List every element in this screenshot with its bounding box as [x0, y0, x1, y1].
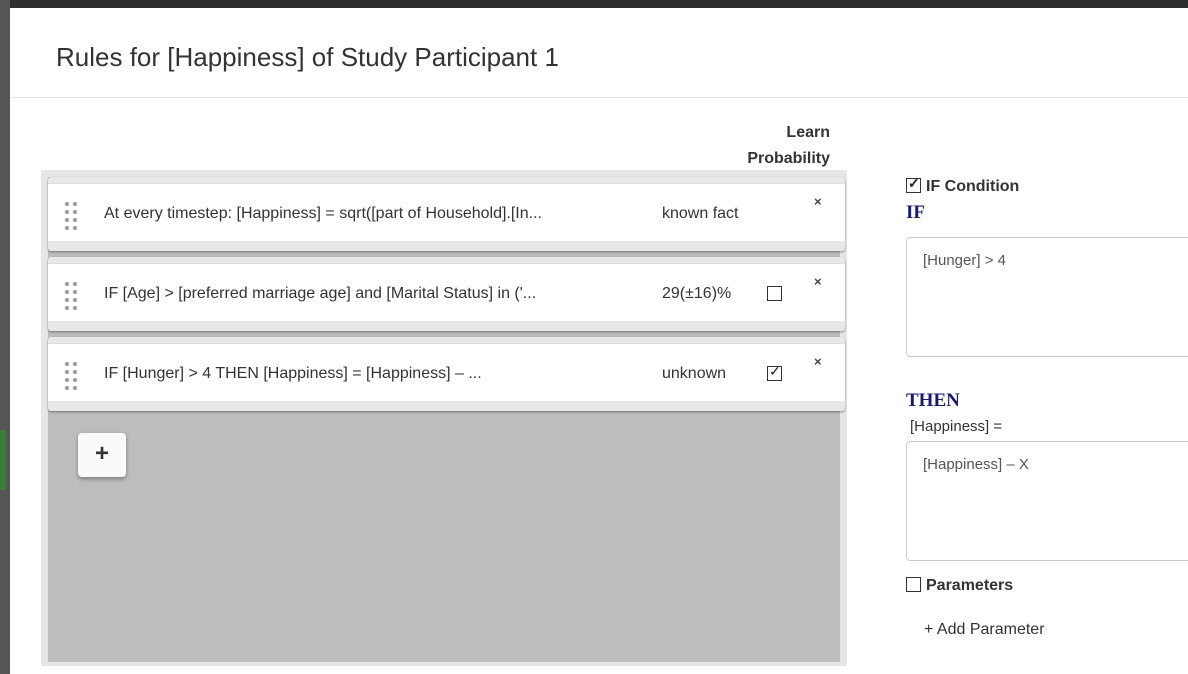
rule-text[interactable]: At every timestep: [Happiness] = sqrt([p… [104, 205, 542, 223]
learn-probability-header: Learn Probability [730, 120, 830, 172]
rule-text[interactable]: IF [Age] > [preferred marriage age] and … [104, 285, 536, 303]
learn-probability-label-line2: Probability [747, 150, 830, 167]
rule-text[interactable]: IF [Hunger] > 4 THEN [Happiness] = [Happ… [104, 365, 482, 383]
close-icon[interactable]: × [814, 274, 822, 289]
add-parameter-button[interactable]: + Add Parameter [924, 621, 1045, 639]
add-rule-button[interactable]: + [78, 433, 126, 477]
if-condition-toggle[interactable]: IF Condition [906, 175, 1020, 196]
if-condition-value[interactable]: [Hunger] > 4 [923, 252, 1006, 269]
then-expression-value[interactable]: [Happiness] – X [923, 456, 1029, 473]
learn-probability-label-line1: Learn [786, 124, 830, 141]
rule-row[interactable]: IF [Hunger] > 4 THEN [Happiness] = [Happ… [48, 343, 845, 401]
rules-list: At every timestep: [Happiness] = sqrt([p… [41, 170, 847, 666]
if-condition-label: IF Condition [926, 178, 1020, 195]
drag-handle-icon[interactable] [65, 362, 81, 396]
rule-row[interactable]: IF [Age] > [preferred marriage age] and … [48, 263, 845, 321]
rule-row[interactable]: At every timestep: [Happiness] = sqrt([p… [48, 183, 845, 241]
rule-item[interactable]: IF [Hunger] > 4 THEN [Happiness] = [Happ… [48, 337, 845, 411]
modal-title: Rules for [Happiness] of Study Participa… [56, 42, 559, 72]
if-condition-editor[interactable]: [Hunger] > 4 [906, 237, 1188, 357]
background-app-edge [0, 0, 10, 674]
window-top-edge [0, 0, 1188, 8]
close-icon[interactable]: × [814, 194, 822, 209]
learn-probability-checkbox[interactable] [767, 286, 782, 301]
rule-probability: known fact [662, 205, 739, 222]
then-keyword: THEN [906, 390, 960, 411]
drag-handle-icon[interactable] [65, 282, 81, 316]
close-icon[interactable]: × [814, 354, 822, 369]
if-condition-checkbox[interactable] [906, 175, 921, 193]
then-expression-editor[interactable]: [Happiness] – X [906, 441, 1188, 561]
rules-modal: Rules for [Happiness] of Study Participa… [10, 8, 1188, 674]
background-accent [0, 430, 6, 490]
rule-probability: unknown [662, 365, 727, 382]
modal-header: Rules for [Happiness] of Study Participa… [10, 8, 1188, 98]
if-keyword: IF [906, 202, 925, 223]
parameters-checkbox[interactable] [906, 577, 921, 592]
rule-item[interactable]: IF [Age] > [preferred marriage age] and … [48, 257, 845, 331]
then-target: [Happiness] = [910, 418, 1003, 435]
parameters-label: Parameters [926, 577, 1014, 594]
rule-probability: 29(±16)% [662, 285, 732, 302]
rule-item[interactable]: At every timestep: [Happiness] = sqrt([p… [48, 177, 845, 251]
drag-handle-icon[interactable] [65, 202, 81, 236]
parameters-toggle[interactable]: Parameters [906, 577, 1013, 595]
learn-probability-checkbox[interactable] [767, 363, 782, 381]
